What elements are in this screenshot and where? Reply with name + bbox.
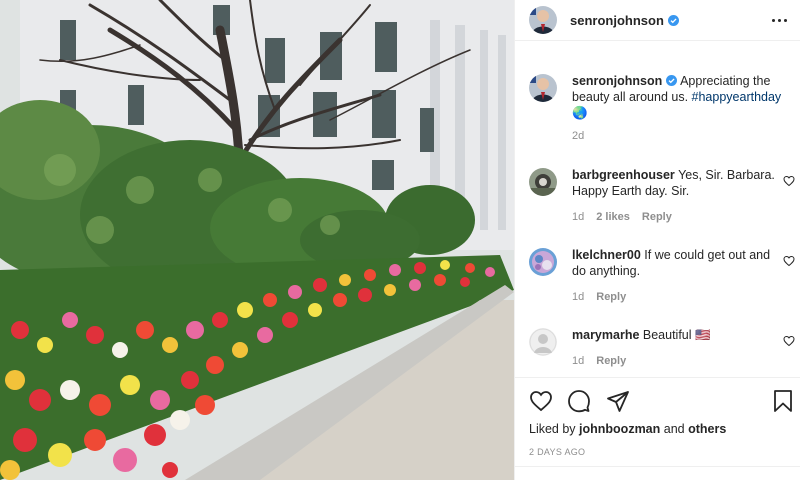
heart-icon[interactable] [529, 389, 553, 413]
more-options-icon[interactable] [767, 9, 791, 31]
reply-button[interactable]: Reply [642, 211, 672, 223]
post-date[interactable]: 2 DAYS AGO [529, 447, 585, 457]
comments-section: senronjohnson Appreciating the beauty al… [515, 42, 800, 378]
liked-by-others-link[interactable]: others [688, 422, 726, 436]
comment-username[interactable]: barbgreenhouser [572, 168, 675, 182]
author-avatar[interactable] [529, 6, 557, 34]
globe-emoji: 🌏 [572, 106, 588, 120]
share-icon[interactable] [606, 389, 630, 413]
flower-garden-image [0, 0, 514, 480]
comment-text: barbgreenhouser Yes, Sir. Barbara. Happy… [572, 168, 775, 198]
author-username[interactable]: senronjohnson [570, 13, 679, 28]
comment-meta: 1d Reply [572, 355, 627, 367]
commenter-avatar[interactable] [529, 168, 557, 196]
post-photo[interactable] [0, 0, 514, 480]
commenter-avatar[interactable] [529, 248, 557, 276]
comment-icon[interactable] [567, 389, 591, 413]
reply-button[interactable]: Reply [596, 291, 626, 303]
author-avatar[interactable] [529, 74, 557, 102]
bookmark-icon[interactable] [771, 389, 795, 413]
likes-summary: Liked by johnboozman and others [529, 422, 727, 436]
liked-by-user-link[interactable]: johnboozman [579, 422, 660, 436]
post-detail-panel: senronjohnson senronjohnson Appreciating… [514, 0, 800, 480]
comment-likes-link[interactable]: 2 likes [596, 211, 630, 223]
caption-username[interactable]: senronjohnson [572, 74, 662, 88]
caption-text: senronjohnson Appreciating the beauty al… [572, 74, 782, 120]
comment-text: lkelchner00 If we could get out and do a… [572, 248, 771, 278]
comment-username[interactable]: marymarhe [572, 328, 639, 342]
divider [515, 466, 800, 467]
post-actions-bar [515, 386, 800, 416]
hashtag-link[interactable]: #happyearthday [692, 90, 782, 104]
caption-meta: 2d [572, 130, 585, 142]
comment-like-heart-icon[interactable] [783, 175, 795, 187]
verified-badge-icon [666, 75, 678, 86]
commenter-avatar[interactable] [529, 328, 557, 356]
comment-like-heart-icon[interactable] [783, 255, 795, 267]
comment-text: marymarhe Beautiful 🇺🇸 [572, 328, 711, 342]
post-header: senronjohnson [515, 0, 800, 41]
verified-badge-icon [667, 14, 679, 26]
comment-like-heart-icon[interactable] [783, 335, 795, 347]
comment-meta: 1d 2 likes Reply [572, 211, 672, 223]
comment-username[interactable]: lkelchner00 [572, 248, 641, 262]
reply-button[interactable]: Reply [596, 355, 626, 367]
comment-meta: 1d Reply [572, 291, 627, 303]
